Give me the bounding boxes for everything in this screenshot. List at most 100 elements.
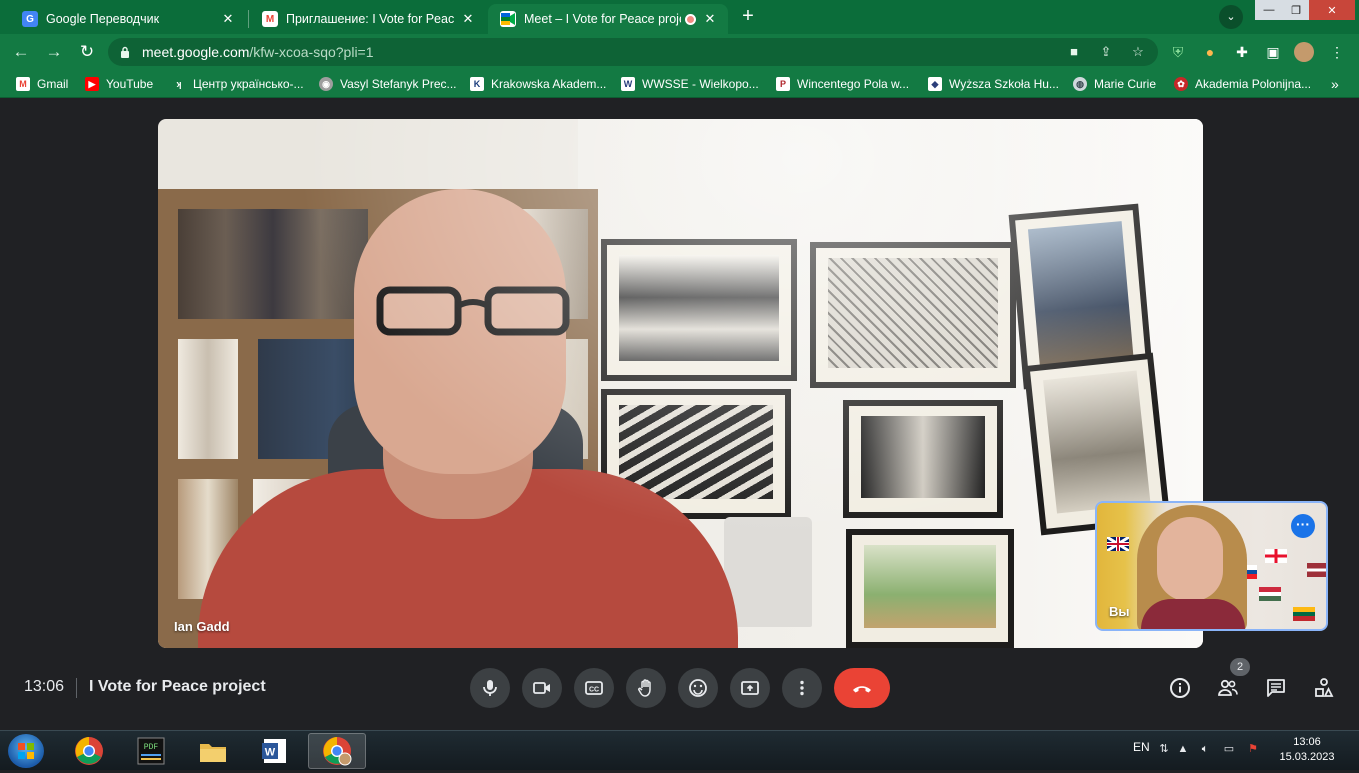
url-path: /kfw-xcoa-sqo?pli=1	[249, 44, 374, 60]
self-view-more-options-icon[interactable]: ···	[1291, 514, 1315, 538]
bookmark-wwsse[interactable]: W WWSSE - Wielkopo...	[621, 75, 759, 93]
windows-logo-icon	[18, 743, 34, 759]
maximize-window-button[interactable]: ❐	[1283, 0, 1309, 20]
hang-up-phone-icon	[853, 686, 871, 693]
minimize-window-button[interactable]: —	[1255, 0, 1283, 20]
present-screen-button[interactable]	[730, 668, 770, 708]
bookmark-akademia-polonijna[interactable]: ✿ Akademia Polonijna...	[1174, 75, 1311, 93]
present-icon	[741, 681, 759, 695]
youtube-icon: ▶	[85, 77, 99, 91]
bookmark-vasyl-stefanyk[interactable]: ◉ Vasyl Stefanyk Prec...	[319, 75, 457, 93]
svg-text:CC: CC	[589, 687, 599, 694]
people-icon	[1218, 679, 1238, 696]
close-window-button[interactable]: ✕	[1309, 0, 1355, 20]
bookmark-marie-curie[interactable]: ◍ Marie Curie	[1073, 75, 1156, 93]
windows-start-button[interactable]	[8, 734, 44, 768]
raise-hand-button[interactable]	[626, 668, 666, 708]
tray-overflow-icon[interactable]: ⇅	[1157, 742, 1171, 756]
tab-title: Google Переводчик	[46, 12, 160, 26]
extension-icon[interactable]: ●	[1200, 42, 1220, 62]
reactions-button[interactable]	[678, 668, 718, 708]
word-icon: W	[262, 739, 286, 763]
close-tab-icon[interactable]: ✕	[460, 11, 476, 27]
share-icon[interactable]: ⇪	[1098, 44, 1114, 60]
main-participant-video[interactable]: Ian Gadd	[158, 119, 1203, 648]
profile-avatar[interactable]	[1294, 42, 1314, 62]
bookmark-star-icon[interactable]: ☆	[1130, 44, 1146, 60]
info-icon	[1170, 678, 1190, 698]
bookmark-label: Gmail	[37, 77, 69, 91]
puzzle-extensions-icon[interactable]: ✚	[1232, 42, 1252, 62]
action-center-alert-icon[interactable]: ⚑	[1246, 742, 1260, 756]
taskbar-chrome-app[interactable]	[60, 733, 118, 769]
volume-icon[interactable]: 🔈︎	[1198, 742, 1212, 756]
bookmark-label: Vasyl Stefanyk Prec...	[340, 77, 457, 91]
forward-button[interactable]: →	[43, 41, 65, 63]
bookmark-krakowska[interactable]: K Krakowska Akadem...	[470, 75, 606, 93]
hungary-flag-icon	[1259, 587, 1281, 601]
bookmark-label: WWSSE - Wielkopo...	[642, 77, 759, 91]
google-meet-icon	[500, 11, 516, 27]
show-hidden-icons-chevron-icon[interactable]: ▲	[1176, 742, 1190, 756]
bookmarks-bar: M Gmail ▶ YouTube ʞ Центр українсько-... ◉ V…	[0, 70, 1359, 98]
video-camera-icon	[533, 682, 550, 694]
tab-search-button[interactable]: ⌄	[1219, 5, 1243, 29]
bookmark-wincentego-pola[interactable]: P Wincentego Pola w...	[776, 75, 909, 93]
tab-google-translate[interactable]: G Google Переводчик ✕	[10, 4, 246, 34]
meeting-details-button[interactable]	[1165, 673, 1195, 703]
chrome-icon	[75, 737, 103, 765]
meet-stage: Ian Gadd ··· Вы 13:06 I Vote for Peace p…	[0, 98, 1359, 730]
shield-extension-icon[interactable]: ⛨	[1168, 42, 1188, 62]
self-view-tile[interactable]: ··· Вы	[1095, 501, 1328, 631]
bookmark-label: Marie Curie	[1094, 77, 1157, 91]
back-button[interactable]: ←	[10, 41, 32, 63]
video-light-overlay	[158, 119, 1203, 648]
bookmark-youtube[interactable]: ▶ YouTube	[85, 75, 153, 93]
network-icon[interactable]: ▭	[1222, 742, 1236, 756]
taskbar-word-app[interactable]: W	[246, 733, 304, 769]
self-view-face	[1157, 517, 1223, 601]
bookmark-wyzsza-szkola[interactable]: ◆ Wyższa Szkoła Hu...	[928, 75, 1059, 93]
taskbar-explorer-app[interactable]	[184, 733, 242, 769]
browser-toolbar: ← → ↻ meet.google.com/kfw-xcoa-sqo?pli=1…	[0, 34, 1359, 70]
chat-button[interactable]	[1261, 673, 1291, 703]
input-language-indicator[interactable]: EN	[1133, 740, 1150, 754]
bookmark-label: Wyższa Szkoła Hu...	[949, 77, 1059, 91]
bookmark-gmail[interactable]: M Gmail	[16, 75, 68, 93]
lithuania-flag-icon	[1293, 607, 1315, 621]
side-panel-icon[interactable]: ▣	[1263, 42, 1283, 62]
captions-button[interactable]: CC	[574, 668, 614, 708]
camera-in-use-icon[interactable]: ■	[1066, 44, 1082, 60]
people-button[interactable]	[1213, 673, 1243, 703]
pola-icon: P	[776, 77, 790, 91]
activities-shapes-icon	[1315, 678, 1334, 697]
close-tab-icon[interactable]: ✕	[220, 11, 236, 27]
microphone-button[interactable]	[470, 668, 510, 708]
tab-google-meet[interactable]: Meet – I Vote for Peace proje ✕	[488, 4, 728, 34]
taskbar-pdf-app[interactable]: PDF	[122, 733, 180, 769]
leave-call-button[interactable]	[834, 668, 890, 708]
address-bar[interactable]: meet.google.com/kfw-xcoa-sqo?pli=1	[108, 38, 1158, 66]
tab-gmail-invite[interactable]: M Приглашение: I Vote for Peace p ✕	[250, 4, 486, 34]
wwsse-icon: W	[621, 77, 635, 91]
menu-kebab-icon[interactable]: ⋮	[1327, 42, 1347, 62]
camera-button[interactable]	[522, 668, 562, 708]
globe-icon: ◍	[1073, 77, 1087, 91]
more-bookmarks-chevron-icon[interactable]: »	[1331, 75, 1339, 93]
clock-time: 13:06	[1293, 736, 1321, 748]
taskbar-chrome-active-window[interactable]	[308, 733, 366, 769]
taskbar-clock[interactable]: 13:06 15.03.2023	[1278, 735, 1336, 765]
new-tab-button[interactable]: +	[737, 6, 759, 28]
more-options-button[interactable]	[782, 668, 822, 708]
bookmark-label: YouTube	[106, 77, 154, 91]
center-icon: ʞ	[176, 79, 182, 89]
activities-button[interactable]	[1309, 673, 1339, 703]
bookmark-center[interactable]: ʞ Центр українсько-...	[172, 75, 303, 93]
close-tab-icon[interactable]: ✕	[702, 11, 718, 27]
self-view-top	[1141, 599, 1245, 629]
polonijna-icon: ✿	[1174, 77, 1188, 91]
captions-icon: CC	[585, 681, 603, 695]
reload-button[interactable]: ↻	[76, 41, 98, 63]
pdf-app-icon: PDF	[137, 737, 165, 765]
bookmark-label: Krakowska Akadem...	[491, 77, 607, 91]
